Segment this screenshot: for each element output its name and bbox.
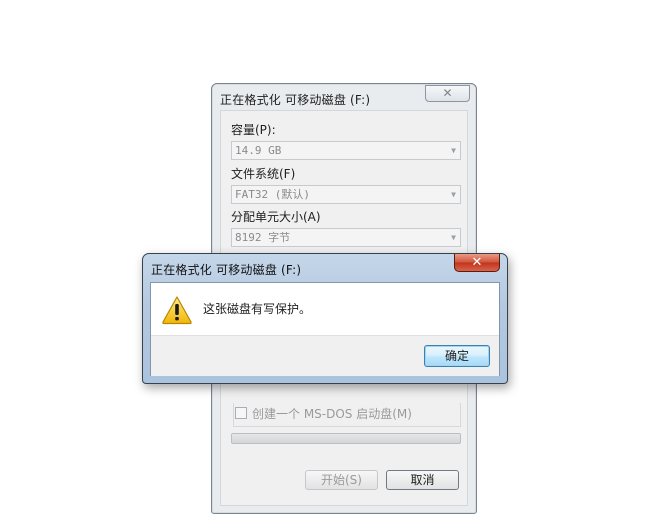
format-dialog-title: 正在格式化 可移动磁盘 (F:) [220, 93, 371, 107]
file-system-select[interactable]: FAT32 (默认) ▼ [231, 185, 461, 204]
capacity-select[interactable]: 14.9 GB ▼ [231, 141, 461, 160]
message-box-close-button[interactable]: ✕ [454, 254, 500, 272]
warning-icon [161, 295, 193, 325]
message-box-title: 正在格式化 可移动磁盘 (F:) [151, 263, 302, 277]
allocation-unit-value: 8192 字节 [235, 231, 291, 244]
message-text: 这张磁盘有写保护。 [203, 302, 312, 316]
format-progress-bar [231, 433, 461, 444]
chevron-down-icon: ▼ [451, 190, 456, 199]
write-protect-message-box: 正在格式化 可移动磁盘 (F:) ✕ 这张磁盘有写保护。 确定 [142, 253, 508, 384]
file-system-value: FAT32 (默认) [235, 188, 310, 201]
dos-startup-label: 创建一个 MS-DOS 启动盘(M) [252, 407, 412, 421]
cancel-button[interactable]: 取消 [386, 470, 459, 490]
format-dialog-close-button[interactable]: ✕ [425, 85, 470, 102]
dos-startup-checkbox[interactable] [235, 407, 247, 419]
chevron-down-icon: ▼ [451, 146, 456, 155]
allocation-unit-select[interactable]: 8192 字节 ▼ [231, 228, 461, 247]
start-button[interactable]: 开始(S) [305, 470, 378, 490]
file-system-label: 文件系统(F) [231, 167, 296, 181]
chevron-down-icon: ▼ [451, 233, 456, 242]
message-box-client: 这张磁盘有写保护。 确定 [150, 282, 500, 376]
capacity-label: 容量(P): [231, 123, 276, 137]
allocation-unit-label: 分配单元大小(A) [231, 210, 321, 224]
desktop: 正在格式化 可移动磁盘 (F:) ✕ 容量(P): 14.9 GB ▼ 文件系统… [0, 0, 651, 521]
ok-button[interactable]: 确定 [424, 345, 490, 367]
capacity-value: 14.9 GB [235, 144, 282, 157]
